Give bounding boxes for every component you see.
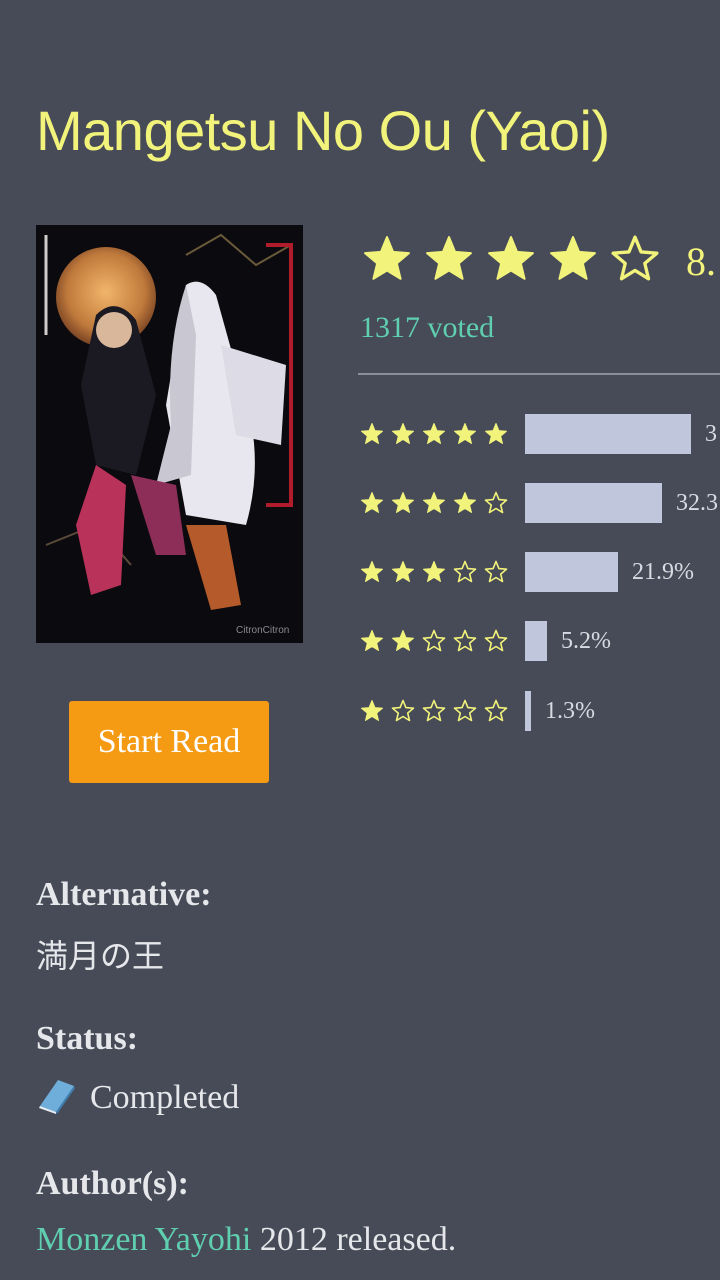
star-filled-icon [488, 236, 534, 280]
star-filled-icon [392, 492, 414, 513]
alternative-value: 満月の王 [36, 937, 165, 975]
star-filled-icon [392, 423, 414, 444]
star-filled-icon [454, 492, 476, 513]
rating-bar [525, 483, 662, 523]
star-filled-icon [454, 423, 476, 444]
star-filled-icon [550, 236, 596, 280]
author-link[interactable]: Monzen Yayohi [36, 1221, 251, 1258]
star-filled-icon [423, 561, 445, 582]
star-empty-icon [453, 560, 477, 583]
star-empty-icon [422, 629, 446, 652]
status-value-row: Completed [36, 1076, 239, 1117]
rating-row-3-star: 21.9% [360, 552, 694, 592]
book-icon [39, 1080, 75, 1114]
cover-image[interactable]: CitronCitron [36, 225, 303, 643]
star-filled-icon [423, 492, 445, 513]
row-stars [360, 560, 518, 584]
star-empty-icon [453, 699, 477, 722]
rating-percent: 32.3 [676, 489, 718, 516]
star-filled-icon [361, 630, 383, 651]
rating-row-4-star: 32.3 [360, 483, 718, 523]
start-read-button[interactable]: Start Read [69, 701, 269, 783]
rating-row-2-star: 5.2% [360, 621, 611, 661]
star-filled-icon [361, 423, 383, 444]
status-value: Completed [90, 1079, 240, 1116]
star-filled-icon [361, 492, 383, 513]
star-filled-icon [361, 561, 383, 582]
status-label: Status: [36, 1020, 139, 1057]
alternative-label: Alternative: [36, 876, 212, 913]
star-empty-icon [484, 629, 508, 652]
row-stars [360, 699, 518, 723]
star-empty-icon [484, 560, 508, 583]
star-filled-icon [485, 423, 507, 444]
star-filled-icon [392, 561, 414, 582]
rating-bar [525, 552, 618, 592]
manga-title: Mangetsu No Ou (Yaoi) [36, 99, 610, 162]
star-empty-icon [484, 491, 508, 514]
vote-count: 1317 voted [360, 311, 495, 344]
row-stars [360, 491, 518, 515]
rating-row-1-star: 1.3% [360, 691, 595, 731]
rating-percent: 5.2% [561, 627, 611, 654]
star-filled-icon [426, 236, 472, 280]
row-stars [360, 422, 518, 446]
rating-percent: 3 [705, 420, 717, 447]
release-text: 2012 released. [251, 1221, 457, 1258]
rating-bar [525, 691, 531, 731]
rating-bar [525, 414, 691, 454]
divider [358, 373, 720, 375]
star-empty-icon [453, 629, 477, 652]
star-filled-icon [423, 423, 445, 444]
star-filled-icon [392, 630, 414, 651]
rating-bar [525, 621, 547, 661]
star-filled-icon [364, 236, 410, 280]
star-empty-icon [484, 699, 508, 722]
rating-score: 8. [686, 239, 716, 284]
cover-art: CitronCitron [36, 225, 303, 643]
star-empty-icon [391, 699, 415, 722]
rating-stars[interactable] [362, 234, 660, 284]
rating-row-5-star: 3 [360, 414, 717, 454]
authors-label: Author(s): [36, 1165, 189, 1202]
star-empty-icon [611, 235, 659, 281]
authors-row: Monzen Yayohi 2012 released. [36, 1221, 456, 1259]
star-empty-icon [422, 699, 446, 722]
rating-percent: 21.9% [632, 558, 694, 585]
rating-percent: 1.3% [545, 697, 595, 724]
svg-text:CitronCitron: CitronCitron [236, 625, 289, 636]
star-filled-icon [361, 700, 383, 721]
row-stars [360, 629, 518, 653]
